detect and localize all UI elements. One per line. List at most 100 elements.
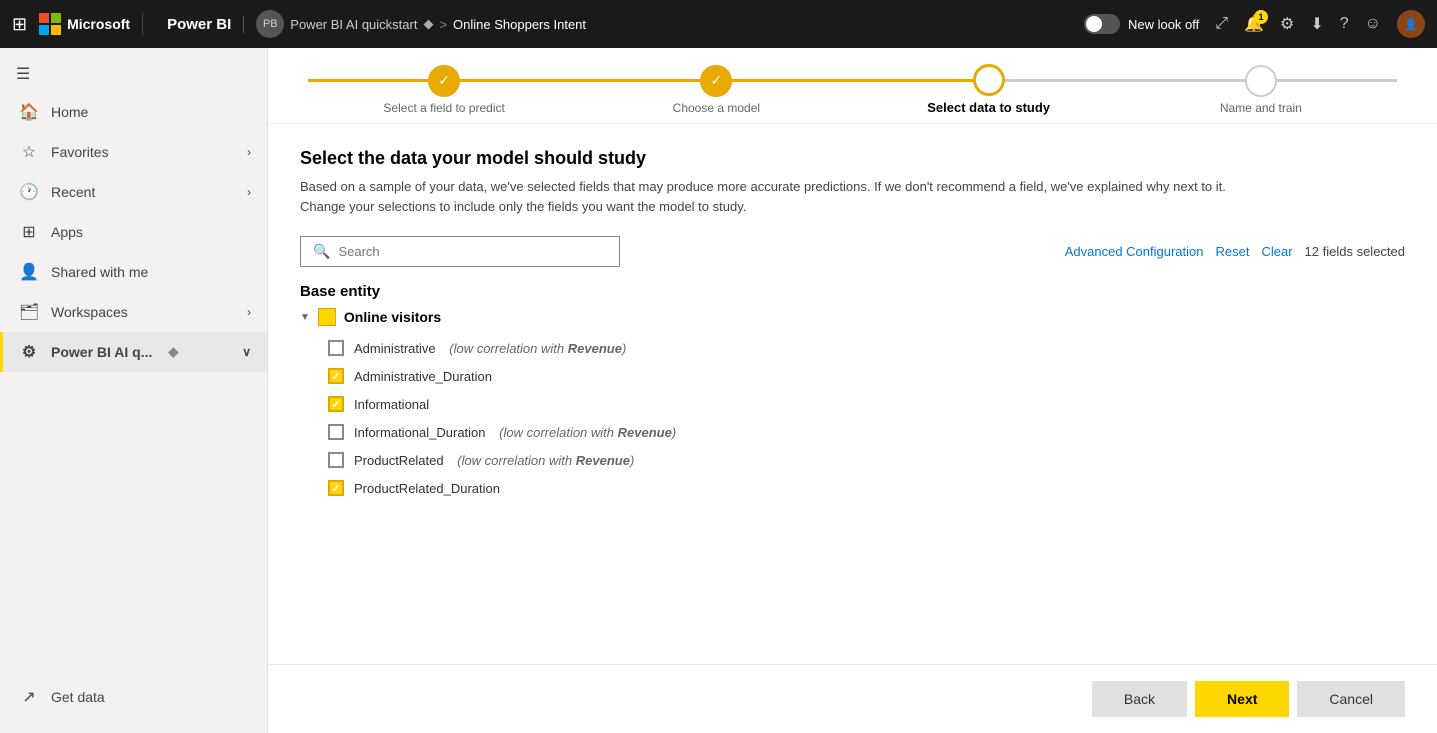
sidebar-item-label-workspaces: Workspaces (51, 304, 128, 320)
checkbox-product-duration[interactable]: ✓ (328, 480, 344, 496)
sidebar-item-label-apps: Apps (51, 224, 83, 240)
entity-group-title: ▼ Online visitors (300, 308, 1405, 326)
sidebar-item-label-favorites: Favorites (51, 144, 109, 160)
search-row: 🔍 Advanced Configuration Reset Clear 12 … (300, 236, 1405, 267)
breadcrumb: PB Power BI AI quickstart ◆ > Online Sho… (256, 10, 1072, 38)
checkbox-informational[interactable]: ✓ (328, 396, 344, 412)
step-label-2: Choose a model (673, 101, 760, 115)
entity-section: Base entity ▼ Online visitors Administra… (300, 283, 1405, 502)
apps-icon: ⊞ (19, 222, 39, 242)
settings-icon[interactable]: ⚙ (1280, 14, 1294, 34)
step-label-3: Select data to study (927, 100, 1050, 115)
field-item-product-duration: ✓ ProductRelated_Duration (300, 474, 1405, 502)
field-label-product-related: ProductRelated (354, 453, 444, 468)
sidebar-item-shared[interactable]: 👤 Shared with me (0, 252, 267, 292)
get-data-icon: ↗ (19, 687, 39, 707)
step-circle-2: ✓ (700, 65, 732, 97)
search-input[interactable] (338, 244, 607, 259)
collapse-arrow[interactable]: ▼ (300, 312, 310, 323)
powerbi-label: Power BI (155, 16, 244, 33)
checkmark-informational: ✓ (331, 398, 340, 411)
chevron-icon-powerbi: ∨ (242, 345, 251, 359)
grid-icon[interactable]: ⊞ (12, 14, 27, 35)
step-circle-1: ✓ (428, 65, 460, 97)
help-icon[interactable]: ? (1340, 15, 1349, 33)
base-entity-header: Base entity (300, 283, 1405, 300)
sidebar-item-favorites[interactable]: ☆ Favorites › (0, 132, 267, 172)
step-4: Name and train (1125, 65, 1397, 115)
entity-group-name: Online visitors (344, 309, 441, 325)
field-label-informational: Informational (354, 397, 429, 412)
field-label-info-duration: Informational_Duration (354, 425, 486, 440)
back-button[interactable]: Back (1092, 681, 1187, 717)
download-icon[interactable]: ⬇ (1310, 14, 1323, 34)
field-item-info-duration: Informational_Duration (low correlation … (300, 418, 1405, 446)
microsoft-brand: Microsoft (39, 13, 143, 35)
favorites-icon: ☆ (19, 142, 39, 162)
checkbox-info-duration[interactable] (328, 424, 344, 440)
new-look-toggle[interactable]: New look off (1084, 14, 1199, 34)
search-icon: 🔍 (313, 243, 330, 260)
footer: Back Next Cancel (268, 664, 1437, 733)
checkmark-admin-duration: ✓ (331, 370, 340, 383)
step-circle-4 (1245, 65, 1277, 97)
entity-icon (318, 308, 336, 326)
sidebar-item-workspaces[interactable]: 🗂 Workspaces › (0, 292, 267, 332)
step-2: ✓ Choose a model (580, 65, 852, 115)
sidebar-item-label-recent: Recent (51, 184, 95, 200)
next-button[interactable]: Next (1195, 681, 1289, 717)
field-label-administrative: Administrative (354, 341, 436, 356)
sidebar-item-powerbi-ai[interactable]: ⚙ Power BI AI q... ◆ ∨ (0, 332, 267, 372)
field-label-product-duration: ProductRelated_Duration (354, 481, 500, 496)
step-circle-3 (973, 64, 1005, 96)
entity-scroll: Administrative (low correlation with Rev… (300, 334, 1405, 502)
powerbi-ai-icon: ⚙ (19, 342, 39, 362)
checkbox-product-related[interactable] (328, 452, 344, 468)
ms-logo-icon (39, 13, 61, 35)
current-page: Online Shoppers Intent (453, 17, 586, 32)
avatar[interactable]: 👤 (1397, 10, 1425, 38)
content-area: Select the data your model should study … (268, 124, 1437, 664)
cancel-button[interactable]: Cancel (1297, 681, 1405, 717)
toggle-label: New look off (1128, 17, 1199, 32)
notification-badge: 1 (1254, 10, 1268, 24)
smiley-icon[interactable]: ☺ (1365, 15, 1381, 33)
step-label-1: Select a field to predict (383, 101, 504, 115)
advanced-config-link[interactable]: Advanced Configuration (1065, 244, 1204, 259)
diamond-sidebar-icon: ◆ (168, 344, 178, 360)
breadcrumb-separator: > (439, 17, 447, 32)
workspace-name[interactable]: Power BI AI quickstart (290, 17, 417, 32)
reset-link[interactable]: Reset (1216, 244, 1250, 259)
sidebar-menu-icon[interactable]: ☰ (0, 56, 267, 92)
expand-icon[interactable]: ⤢ (1215, 15, 1228, 33)
field-label-admin-duration: Administrative_Duration (354, 369, 492, 384)
checkbox-administrative[interactable] (328, 340, 344, 356)
sidebar-item-label-home: Home (51, 104, 88, 120)
toggle-switch[interactable] (1084, 14, 1120, 34)
diamond-icon: ◆ (423, 16, 433, 32)
sidebar-item-home[interactable]: 🏠 Home (0, 92, 267, 132)
sidebar-item-label-shared: Shared with me (51, 264, 148, 280)
field-item-admin-duration: ✓ Administrative_Duration (300, 362, 1405, 390)
sidebar-item-get-data[interactable]: ↗ Get data (0, 677, 267, 717)
nav-actions: New look off ⤢ 🔔 1 ⚙ ⬇ ? ☺ 👤 (1084, 10, 1425, 38)
fields-count: 12 fields selected (1305, 244, 1405, 259)
home-icon: 🏠 (19, 102, 39, 122)
right-actions: Advanced Configuration Reset Clear 12 fi… (1065, 244, 1405, 259)
entity-group: ▼ Online visitors Administrative (low co… (300, 308, 1405, 502)
low-corr-administrative: (low correlation with Revenue) (446, 341, 627, 356)
main-content: ✓ Select a field to predict ✓ Choose a m… (268, 48, 1437, 733)
checkbox-admin-duration[interactable]: ✓ (328, 368, 344, 384)
checkmark-product-duration: ✓ (331, 482, 340, 495)
sidebar-item-apps[interactable]: ⊞ Apps (0, 212, 267, 252)
chevron-icon-recent: › (247, 185, 251, 199)
section-description: Based on a sample of your data, we've se… (300, 177, 1405, 216)
steps: ✓ Select a field to predict ✓ Choose a m… (308, 64, 1397, 115)
sidebar-item-recent[interactable]: 🕐 Recent › (0, 172, 267, 212)
bell-icon[interactable]: 🔔 1 (1244, 14, 1264, 34)
sidebar-item-label-powerbi-ai: Power BI AI q... (51, 344, 152, 360)
microsoft-label: Microsoft (67, 16, 130, 32)
clear-link[interactable]: Clear (1261, 244, 1292, 259)
search-box: 🔍 (300, 236, 620, 267)
low-corr-info-duration: (low correlation with Revenue) (496, 425, 677, 440)
